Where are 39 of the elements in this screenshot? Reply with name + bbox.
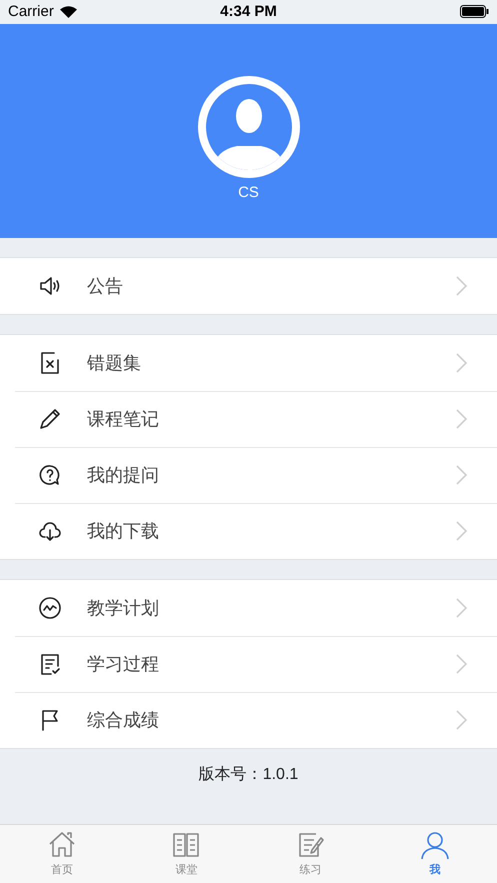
- menu-item[interactable]: 公告: [0, 258, 497, 314]
- menu-label: 我的提问: [87, 464, 160, 488]
- document-cross-icon: [38, 351, 62, 376]
- carrier-text: Carrier: [8, 3, 54, 20]
- wifi-icon: [60, 6, 77, 18]
- menu-label: 综合成绩: [87, 709, 160, 732]
- chevron-icon: [456, 465, 467, 486]
- pencil-icon: [38, 407, 62, 432]
- clock-text: 4:34 PM: [220, 3, 277, 20]
- chevron-icon: [456, 276, 467, 296]
- chevron-icon: [456, 409, 467, 430]
- tab-item[interactable]: 我: [372, 824, 497, 883]
- checklist-icon: [38, 652, 62, 676]
- menu-label: 公告: [87, 275, 124, 298]
- chevron-icon: [456, 521, 467, 542]
- menu-item[interactable]: 教学计划: [0, 580, 497, 636]
- avatar-icon[interactable]: [198, 76, 300, 178]
- chevron-icon: [456, 598, 467, 618]
- version-text: 版本号：1.0.1: [198, 764, 298, 784]
- menu-label: 课程笔记: [87, 408, 160, 432]
- battery-icon: [460, 5, 489, 18]
- question-bubble-icon: [38, 463, 62, 488]
- menu-item[interactable]: 学习过程: [0, 636, 497, 692]
- menu-item[interactable]: 综合成绩: [0, 692, 497, 748]
- menu-item[interactable]: 我的提问: [0, 447, 497, 504]
- menu-item[interactable]: 我的下载: [0, 503, 497, 560]
- cloud-download-icon: [38, 519, 62, 544]
- menu-item[interactable]: 课程笔记: [0, 391, 497, 448]
- user-name: CS: [238, 184, 259, 201]
- menu-item[interactable]: 错题集: [0, 335, 497, 392]
- menu-label: 我的下载: [87, 520, 160, 544]
- person-icon: [420, 830, 450, 860]
- chevron-icon: [456, 654, 467, 674]
- trend-circle-icon: [38, 596, 62, 620]
- menu-label: 学习过程: [87, 653, 160, 676]
- menu-label: 教学计划: [87, 597, 160, 620]
- menu-label: 错题集: [87, 352, 142, 376]
- chevron-icon: [456, 710, 467, 730]
- chevron-icon: [456, 353, 467, 374]
